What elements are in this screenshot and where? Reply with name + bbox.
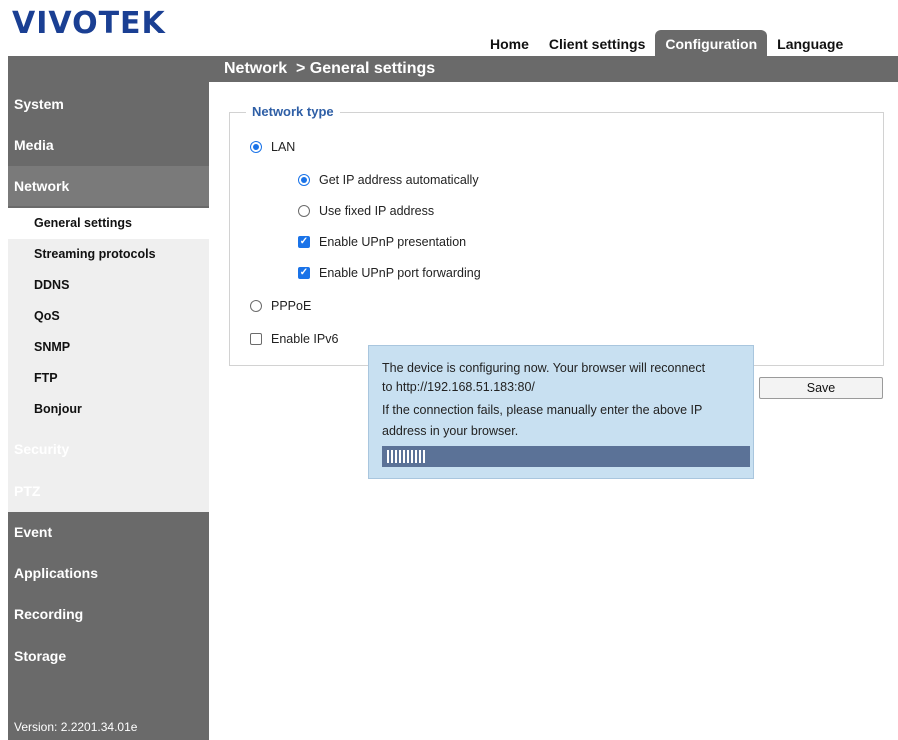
sidebar-item-storage[interactable]: Storage [8, 636, 209, 676]
sidebar-item-security[interactable]: Security [8, 429, 209, 469]
network-type-legend: Network type [246, 103, 340, 121]
submenu-item-bonjour[interactable]: Bonjour [8, 394, 209, 425]
upnp-presentation-label: Enable UPnP presentation [319, 235, 467, 249]
progress-bar-fill [387, 450, 426, 463]
upnp-port-forwarding-checkbox-option[interactable]: ✓ Enable UPnP port forwarding [298, 266, 481, 280]
submenu-item-snmp[interactable]: SNMP [8, 332, 209, 363]
sidebar-item-ptz[interactable]: PTZ [8, 471, 209, 511]
get-ip-auto-radio-option[interactable]: Get IP address automatically [298, 173, 479, 187]
tab-configuration[interactable]: Configuration [655, 30, 768, 56]
tab-language[interactable]: Language [767, 30, 853, 56]
ipv6-checkbox-option[interactable]: Enable IPv6 [250, 332, 338, 346]
dialog-line-4: address in your browser. [382, 424, 519, 438]
progress-bar [382, 446, 750, 467]
reconnect-dialog: The device is configuring now. Your brow… [368, 345, 754, 479]
submenu-item-ddns[interactable]: DDNS [8, 270, 209, 301]
lan-radio-option[interactable]: LAN [250, 140, 295, 154]
vivotek-logo: VIVOTEK [12, 8, 166, 40]
upnp-port-forwarding-label: Enable UPnP port forwarding [319, 266, 481, 280]
header-bar: Network > General settings [8, 56, 898, 82]
save-button[interactable]: Save [759, 377, 883, 399]
lan-label: LAN [271, 140, 296, 154]
breadcrumb: Network > General settings [224, 60, 436, 77]
tab-home[interactable]: Home [480, 30, 539, 56]
sidebar-item-media[interactable]: Media [8, 125, 209, 165]
fixed-ip-radio[interactable] [298, 205, 310, 217]
fixed-ip-radio-option[interactable]: Use fixed IP address [298, 204, 434, 218]
version-label: Version: 2.2201.34.01e [14, 720, 138, 734]
fixed-ip-label: Use fixed IP address [319, 204, 435, 218]
submenu-item-ftp[interactable]: FTP [8, 363, 209, 394]
sidebar-item-recording[interactable]: Recording [8, 594, 209, 634]
ipv6-checkbox[interactable] [250, 333, 262, 345]
pppoe-radio-option[interactable]: PPPoE [250, 299, 311, 313]
upnp-port-forwarding-checkbox[interactable]: ✓ [298, 267, 310, 279]
upnp-presentation-checkbox[interactable]: ✓ [298, 236, 310, 248]
vivotek-config-page: VIVOTEK Home Client settings Configurati… [0, 0, 898, 740]
logo-text: VIVOTEK [12, 6, 166, 41]
pppoe-radio[interactable] [250, 300, 262, 312]
pppoe-label: PPPoE [271, 299, 312, 313]
dialog-line-3: If the connection fails, please manually… [382, 403, 703, 417]
sidebar-item-system[interactable]: System [8, 84, 209, 124]
submenu-item-general-settings[interactable]: General settings [8, 208, 209, 239]
upnp-presentation-checkbox-option[interactable]: ✓ Enable UPnP presentation [298, 235, 466, 249]
ipv6-label: Enable IPv6 [271, 332, 339, 346]
dialog-line-1: The device is configuring now. Your brow… [382, 361, 706, 375]
sidebar-item-network[interactable]: Network [8, 166, 209, 206]
lan-radio[interactable] [250, 141, 262, 153]
get-ip-auto-label: Get IP address automatically [319, 173, 479, 187]
sidebar-item-applications[interactable]: Applications [8, 553, 209, 593]
submenu-item-qos[interactable]: QoS [8, 301, 209, 332]
top-nav: Home Client settings Configuration Langu… [480, 30, 853, 56]
sidebar-item-event[interactable]: Event [8, 512, 209, 552]
dialog-line-2: to http://192.168.51.183:80/ [382, 380, 535, 394]
sidebar: System Media Network General settings St… [8, 82, 209, 740]
get-ip-auto-radio[interactable] [298, 174, 310, 186]
tab-client-settings[interactable]: Client settings [539, 30, 655, 56]
submenu-item-streaming-protocols[interactable]: Streaming protocols [8, 239, 209, 270]
